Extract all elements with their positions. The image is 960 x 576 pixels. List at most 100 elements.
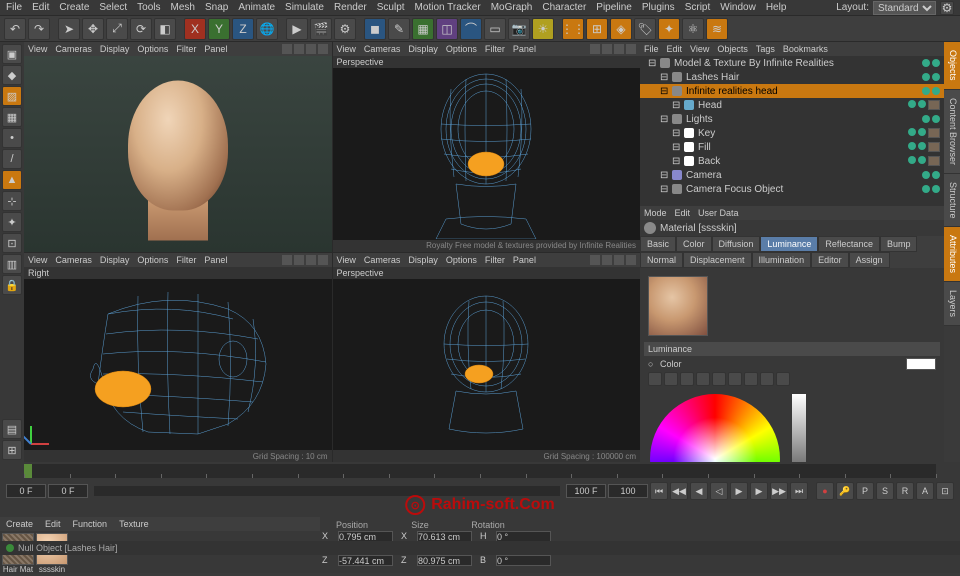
extrude-button[interactable]: ◫ <box>436 18 458 40</box>
vp-nav-icon[interactable] <box>282 44 292 54</box>
world-axis-button[interactable]: 🌐 <box>256 18 278 40</box>
attr-tab-diffusion[interactable]: Diffusion <box>712 236 761 252</box>
hierarchy-item[interactable]: ⊟Camera Focus Object <box>640 182 944 196</box>
key-pos-button[interactable]: P <box>856 482 874 500</box>
attr-tab-reflectance[interactable]: Reflectance <box>818 236 880 252</box>
wireframe-side-canvas[interactable] <box>24 279 332 451</box>
cube-primitive-button[interactable]: ◼ <box>364 18 386 40</box>
menu-character[interactable]: Character <box>542 2 586 13</box>
vp-view[interactable]: View <box>28 44 47 54</box>
attr-tab-luminance[interactable]: Luminance <box>760 236 818 252</box>
live-select-button[interactable]: ➤ <box>58 18 80 40</box>
key-pla-button[interactable]: ⊡ <box>936 482 954 500</box>
hierarchy-item[interactable]: ⊟Key <box>640 126 944 140</box>
effector-button[interactable]: ◈ <box>610 18 632 40</box>
scale-button[interactable]: ⤢ <box>106 18 128 40</box>
key-scale-button[interactable]: S <box>876 482 894 500</box>
value-slider[interactable] <box>792 394 806 462</box>
viewport-right[interactable]: ViewCamerasDisplayOptionsFilterPanel Rig… <box>24 253 332 463</box>
move-button[interactable]: ✥ <box>82 18 104 40</box>
hierarchy-item[interactable]: ⊟Model & Texture By Infinite Realities <box>640 56 944 70</box>
menu-animate[interactable]: Animate <box>238 2 275 13</box>
pen-tool-button[interactable]: ✎ <box>388 18 410 40</box>
vp-nav-icon[interactable] <box>294 44 304 54</box>
render-canvas[interactable] <box>24 56 332 252</box>
menu-create[interactable]: Create <box>59 2 89 13</box>
hierarchy-item[interactable]: ⊟Lights <box>640 112 944 126</box>
hair-button[interactable]: ≋ <box>706 18 728 40</box>
menu-edit[interactable]: Edit <box>32 2 49 13</box>
autokey-button[interactable]: 🔑 <box>836 482 854 500</box>
menu-snap[interactable]: Snap <box>205 2 228 13</box>
point-mode-button[interactable]: • <box>2 128 22 148</box>
tab-content-browser[interactable]: Content Browser <box>944 90 960 174</box>
frame-total-input[interactable] <box>608 484 648 498</box>
render-settings-button[interactable]: ⚙ <box>334 18 356 40</box>
render-view-button[interactable]: ▶ <box>286 18 308 40</box>
vp-display[interactable]: Display <box>100 44 130 54</box>
next-key-button[interactable]: ▶▶ <box>770 482 788 500</box>
mat-tab-create[interactable]: Create <box>0 517 39 531</box>
frame-end-input[interactable] <box>566 484 606 498</box>
menu-file[interactable]: File <box>6 2 22 13</box>
vp-cameras[interactable]: Cameras <box>55 44 92 54</box>
wireframe-canvas[interactable] <box>333 68 641 240</box>
menu-help[interactable]: Help <box>766 2 787 13</box>
menu-motiontracker[interactable]: Motion Tracker <box>415 2 481 13</box>
menu-pipeline[interactable]: Pipeline <box>596 2 632 13</box>
layout-select[interactable]: Standard <box>873 1 936 15</box>
tab-layers[interactable]: Layers <box>944 282 960 326</box>
tab-attributes[interactable]: Attributes <box>944 227 960 282</box>
array-button[interactable]: ⋮⋮ <box>562 18 584 40</box>
obj-menu-file[interactable]: File <box>644 44 659 54</box>
menu-sculpt[interactable]: Sculpt <box>377 2 405 13</box>
key-param-button[interactable]: A <box>916 482 934 500</box>
vp-panel[interactable]: Panel <box>204 44 227 54</box>
wireframe-persp-canvas[interactable] <box>333 279 641 451</box>
menu-mesh[interactable]: Mesh <box>171 2 195 13</box>
timeline-scrollbar[interactable] <box>94 486 560 496</box>
texture-mode-button[interactable]: ▨ <box>2 86 22 106</box>
vp-filter[interactable]: Filter <box>176 44 196 54</box>
material-preview[interactable] <box>648 276 708 336</box>
locked-button[interactable]: 🔒 <box>2 275 22 295</box>
play-button[interactable]: ▶ <box>730 482 748 500</box>
tweak-button[interactable]: ✦ <box>2 212 22 232</box>
goto-end-button[interactable]: ⏭ <box>790 482 808 500</box>
key-rot-button[interactable]: R <box>896 482 914 500</box>
viewport-layout-button[interactable]: ⊞ <box>2 440 22 460</box>
attr-tab-displacement[interactable]: Displacement <box>683 252 752 268</box>
tag-button[interactable]: 🏷 <box>634 18 656 40</box>
tab-objects[interactable]: Objects <box>944 42 960 90</box>
vp-nav-icon[interactable] <box>318 44 328 54</box>
snap-button[interactable]: ⊡ <box>2 233 22 253</box>
color-mode-icon[interactable] <box>648 372 662 386</box>
menu-window[interactable]: Window <box>720 2 756 13</box>
hierarchy-item[interactable]: ⊟Head <box>640 98 944 112</box>
workplane2-button[interactable]: ▥ <box>2 254 22 274</box>
layout-config-icon[interactable]: ⚙ <box>940 1 954 15</box>
vp-nav-icon[interactable] <box>306 44 316 54</box>
attr-tab-basic[interactable]: Basic <box>640 236 676 252</box>
color-swatch[interactable] <box>906 358 936 370</box>
menu-script[interactable]: Script <box>685 2 711 13</box>
x-axis-button[interactable]: X <box>184 18 206 40</box>
attr-tab-editor[interactable]: Editor <box>811 252 849 268</box>
edge-mode-button[interactable]: / <box>2 149 22 169</box>
menu-render[interactable]: Render <box>334 2 367 13</box>
hierarchy-item[interactable]: ⊟Back <box>640 154 944 168</box>
cloner-button[interactable]: ⊞ <box>586 18 608 40</box>
subdivision-button[interactable]: ▦ <box>412 18 434 40</box>
dynamics-button[interactable]: ⚛ <box>682 18 704 40</box>
hierarchy-item[interactable]: ⊟Lashes Hair <box>640 70 944 84</box>
menu-plugins[interactable]: Plugins <box>642 2 675 13</box>
timeline-ruler[interactable] <box>24 464 936 478</box>
hierarchy-item[interactable]: ⊟Camera <box>640 168 944 182</box>
menu-tools[interactable]: Tools <box>137 2 160 13</box>
workplane-button[interactable]: ▦ <box>2 107 22 127</box>
goto-start-button[interactable]: ⏮ <box>650 482 668 500</box>
attr-tab-bump[interactable]: Bump <box>880 236 918 252</box>
viewport-perspective-2[interactable]: ViewCamerasDisplayOptionsFilterPanel Per… <box>333 253 641 463</box>
attr-tab-color[interactable]: Color <box>676 236 712 252</box>
rotate-button[interactable]: ⟳ <box>130 18 152 40</box>
